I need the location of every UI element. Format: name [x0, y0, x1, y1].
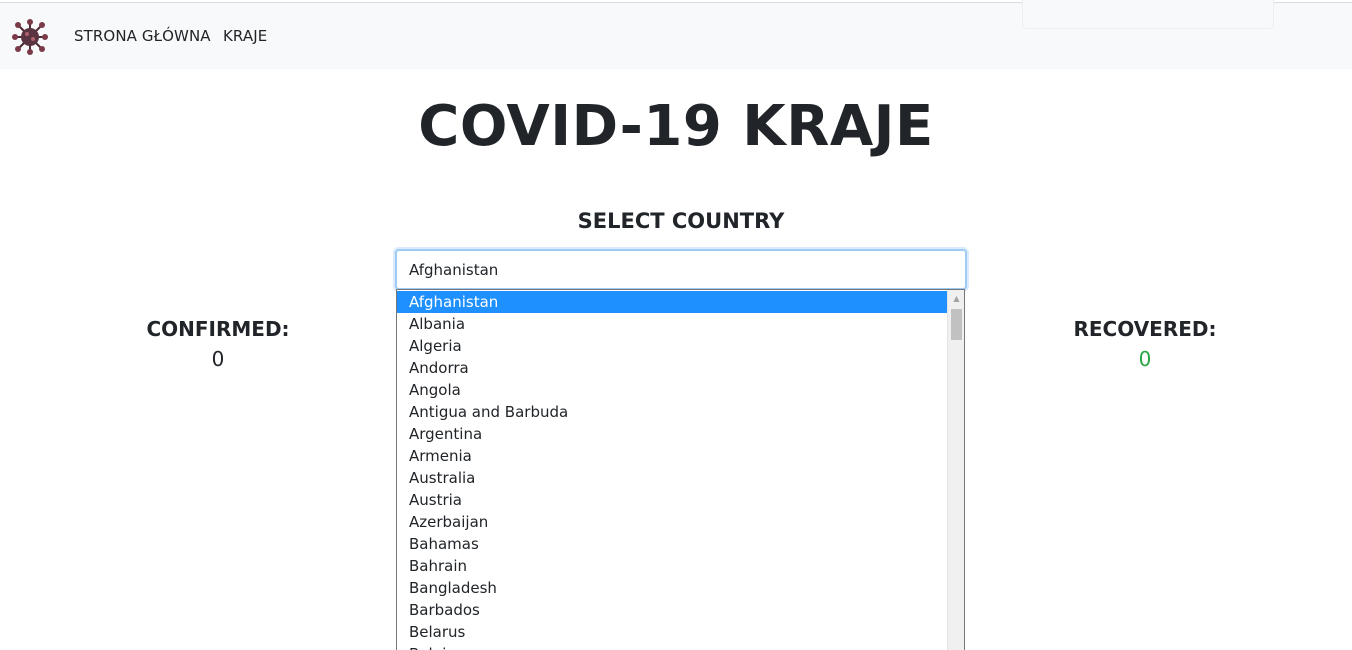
- nav-link-home[interactable]: STRONA GŁÓWNA: [74, 27, 211, 45]
- country-option[interactable]: Albania: [397, 313, 948, 335]
- faded-search-box: [1022, 0, 1274, 29]
- confirmed-value: 0: [211, 347, 225, 371]
- country-option[interactable]: Algeria: [397, 335, 948, 357]
- country-select[interactable]: Afghanistan: [395, 249, 967, 290]
- confirmed-label: CONFIRMED:: [146, 317, 290, 341]
- country-option[interactable]: Argentina: [397, 423, 948, 445]
- country-select-value: Afghanistan: [409, 261, 499, 279]
- select-country-heading: SELECT COUNTRY: [577, 209, 785, 233]
- scroll-thumb[interactable]: [951, 309, 962, 340]
- country-option[interactable]: Afghanistan: [397, 291, 948, 313]
- country-option[interactable]: Bahrain: [397, 555, 948, 577]
- country-option[interactable]: Azerbaijan: [397, 511, 948, 533]
- country-option[interactable]: Australia: [397, 467, 948, 489]
- scroll-up-arrow-icon[interactable]: ▲: [948, 290, 964, 307]
- country-option[interactable]: Antigua and Barbuda: [397, 401, 948, 423]
- dropdown-scrollbar[interactable]: ▲: [947, 290, 964, 650]
- confirmed-stat: CONFIRMED: 0: [118, 317, 318, 371]
- country-option[interactable]: Belarus: [397, 621, 948, 643]
- country-option[interactable]: Barbados: [397, 599, 948, 621]
- country-option[interactable]: Belgium: [397, 643, 948, 650]
- country-option[interactable]: Bahamas: [397, 533, 948, 555]
- country-option[interactable]: Andorra: [397, 357, 948, 379]
- country-option[interactable]: Armenia: [397, 445, 948, 467]
- country-option[interactable]: Angola: [397, 379, 948, 401]
- recovered-stat: RECOVERED: 0: [1045, 317, 1245, 371]
- recovered-value: 0: [1138, 347, 1152, 371]
- country-option[interactable]: Austria: [397, 489, 948, 511]
- country-dropdown-list[interactable]: BelgiumBelarusBarbadosBangladeshBahrainB…: [396, 289, 965, 650]
- country-option[interactable]: Bangladesh: [397, 577, 948, 599]
- page-title: COVID-19 KRAJE: [418, 94, 934, 159]
- recovered-label: RECOVERED:: [1073, 317, 1217, 341]
- navbar: STRONA GŁÓWNA KRAJE: [0, 0, 1352, 69]
- virus-icon[interactable]: [12, 19, 48, 55]
- nav-link-countries[interactable]: KRAJE: [223, 27, 267, 45]
